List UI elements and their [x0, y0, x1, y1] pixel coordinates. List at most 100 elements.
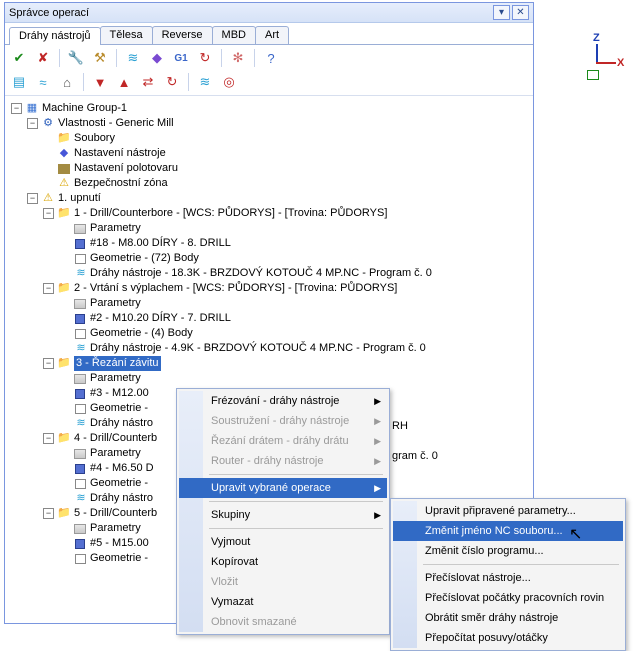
settings-icon[interactable]: ✻: [228, 48, 248, 68]
wire-icon[interactable]: ≈: [33, 72, 53, 92]
folder-icon: 📁: [57, 432, 71, 445]
geometry-icon: [73, 402, 87, 415]
menu-milling[interactable]: Frézování - dráhy nástroje▶: [179, 391, 387, 411]
machine-group-icon: ▦: [25, 102, 39, 115]
axis-y-box: [587, 70, 599, 80]
menu-groups[interactable]: Skupiny▶: [179, 505, 387, 525]
help-icon[interactable]: ?: [261, 48, 281, 68]
menu-copy[interactable]: Kopírovat: [179, 552, 387, 572]
path-display-icon[interactable]: ≋: [195, 72, 215, 92]
tab-mbd[interactable]: MBD: [212, 26, 256, 44]
toolbar: ✔ ✘ 🔧 ⚒ ≋ ◆ G1 ↻ ✻ ? ▤ ≈ ⌂ ▼ ▲ ⇄ ↻ ≋ ◎: [5, 45, 533, 96]
menu-separator: [209, 474, 383, 475]
verify-icon[interactable]: ≋: [123, 48, 143, 68]
tree-setup[interactable]: −⚠1. upnutí: [7, 191, 533, 206]
tree-files[interactable]: 📁Soubory: [7, 131, 533, 146]
geometry-icon: [73, 252, 87, 265]
target-icon[interactable]: ◎: [219, 72, 239, 92]
tree-op-3[interactable]: −📁3 - Řezání závitu: [7, 356, 533, 371]
tab-reverse[interactable]: Reverse: [152, 26, 213, 44]
chevron-right-icon: ▶: [374, 478, 381, 498]
menu-router: Router - dráhy nástroje▶: [179, 451, 387, 471]
down-icon[interactable]: ▼: [90, 72, 110, 92]
refresh-icon[interactable]: ↻: [195, 48, 215, 68]
drill-icon: [73, 537, 87, 550]
lock-icon[interactable]: ⌂: [57, 72, 77, 92]
tab-art[interactable]: Art: [255, 26, 289, 44]
tree-op-1-path[interactable]: ≋Dráhy nástroje - 18.3K - BRZDOVÝ KOTOUČ…: [7, 266, 533, 281]
tree-op-3-param[interactable]: Parametry: [7, 371, 533, 386]
swap-icon[interactable]: ⇄: [138, 72, 158, 92]
params-icon: [73, 372, 87, 385]
collapse-icon[interactable]: −: [43, 358, 54, 369]
params-icon: [73, 447, 87, 460]
tree-op-2[interactable]: −📁2 - Vrtání s výplachem - [WCS: PŮDORYS…: [7, 281, 533, 296]
menu-undo-delete: Obnovit smazané: [179, 612, 387, 632]
op3-tool-tail: RH: [392, 420, 408, 432]
collapse-icon[interactable]: −: [43, 433, 54, 444]
tree-op-1[interactable]: −📁1 - Drill/Counterbore - [WCS: PŮDORYS]…: [7, 206, 533, 221]
diamond-icon: ◆: [57, 147, 71, 160]
collapse-icon[interactable]: −: [27, 118, 38, 129]
tool-cross-icon[interactable]: ⚒: [90, 48, 110, 68]
post-g1-icon[interactable]: G1: [171, 48, 191, 68]
simulate-icon[interactable]: ◆: [147, 48, 167, 68]
submenu-rename-nc[interactable]: Změnit jméno NC souboru...: [393, 521, 623, 541]
menu-delete[interactable]: Vymazat: [179, 592, 387, 612]
tree-safety-zone[interactable]: ⚠Bezpečnostní zóna: [7, 176, 533, 191]
mill-icon: ⚙: [41, 117, 55, 130]
tree-op-1-geom[interactable]: Geometrie - (72) Body: [7, 251, 533, 266]
window-title: Správce operací: [9, 7, 491, 19]
geometry-icon: [73, 552, 87, 565]
tree-op-2-param[interactable]: Parametry: [7, 296, 533, 311]
submenu-change-prog[interactable]: Změnit číslo programu...: [393, 541, 623, 561]
minimize-button[interactable]: ▾: [493, 5, 510, 20]
tree-stock-setting[interactable]: Nastavení polotovaru: [7, 161, 533, 176]
params-icon: [73, 522, 87, 535]
geometry-icon: [73, 477, 87, 490]
select-none-icon[interactable]: ✘: [33, 48, 53, 68]
up-icon[interactable]: ▲: [114, 72, 134, 92]
menu-cut[interactable]: Vyjmout: [179, 532, 387, 552]
titlebar: Správce operací ▾ ✕: [5, 3, 533, 23]
toolpath-icon[interactable]: ▤: [9, 72, 29, 92]
axis-gizmo: Z X: [577, 34, 627, 84]
toolpath-icon: ≋: [73, 492, 87, 505]
chevron-right-icon: ▶: [374, 391, 381, 411]
tree-op-2-geom[interactable]: Geometrie - (4) Body: [7, 326, 533, 341]
tab-solids[interactable]: Tělesa: [100, 26, 153, 44]
menu-turning: Soustružení - dráhy nástroje▶: [179, 411, 387, 431]
collapse-icon[interactable]: −: [43, 283, 54, 294]
collapse-icon[interactable]: −: [43, 508, 54, 519]
geometry-icon: [73, 327, 87, 340]
menu-wire: Řezání drátem - dráhy drátu▶: [179, 431, 387, 451]
drill-icon: [73, 312, 87, 325]
chevron-right-icon: ▶: [374, 431, 381, 451]
collapse-icon[interactable]: −: [43, 208, 54, 219]
tree-op-1-param[interactable]: Parametry: [7, 221, 533, 236]
close-button[interactable]: ✕: [512, 5, 529, 20]
tree-root[interactable]: −▦Machine Group-1: [7, 101, 533, 116]
collapse-icon[interactable]: −: [11, 103, 22, 114]
submenu-recalc[interactable]: Přepočítat posuvy/otáčky: [393, 628, 623, 648]
drill-icon: [73, 462, 87, 475]
tree-op-2-tool[interactable]: #2 - M10.20 DÍRY - 7. DRILL: [7, 311, 533, 326]
cycle-icon[interactable]: ↻: [162, 72, 182, 92]
submenu-edit-params[interactable]: Upravit připravené parametry...: [393, 501, 623, 521]
tree-tool-setting[interactable]: ◆Nastavení nástroje: [7, 146, 533, 161]
tab-bar: Dráhy nástrojů Tělesa Reverse MBD Art: [5, 23, 533, 45]
submenu-reverse[interactable]: Obrátit směr dráhy nástroje: [393, 608, 623, 628]
separator: [188, 73, 189, 91]
tree-op-2-path[interactable]: ≋Dráhy nástroje - 4.9K - BRZDOVÝ KOTOUČ …: [7, 341, 533, 356]
submenu-renum-tools[interactable]: Přečíslovat nástroje...: [393, 568, 623, 588]
submenu-renum-wcs[interactable]: Přečíslovat počátky pracovních rovin: [393, 588, 623, 608]
separator: [254, 49, 255, 67]
collapse-icon[interactable]: −: [27, 193, 38, 204]
tree-op-1-tool[interactable]: #18 - M8.00 DÍRY - 8. DRILL: [7, 236, 533, 251]
tab-toolpaths[interactable]: Dráhy nástrojů: [9, 27, 101, 45]
menu-edit-selected[interactable]: Upravit vybrané operace▶: [179, 478, 387, 498]
separator: [83, 73, 84, 91]
tool-settings-icon[interactable]: 🔧: [66, 48, 86, 68]
tree-properties[interactable]: −⚙Vlastnosti - Generic Mill: [7, 116, 533, 131]
select-all-icon[interactable]: ✔: [9, 48, 29, 68]
